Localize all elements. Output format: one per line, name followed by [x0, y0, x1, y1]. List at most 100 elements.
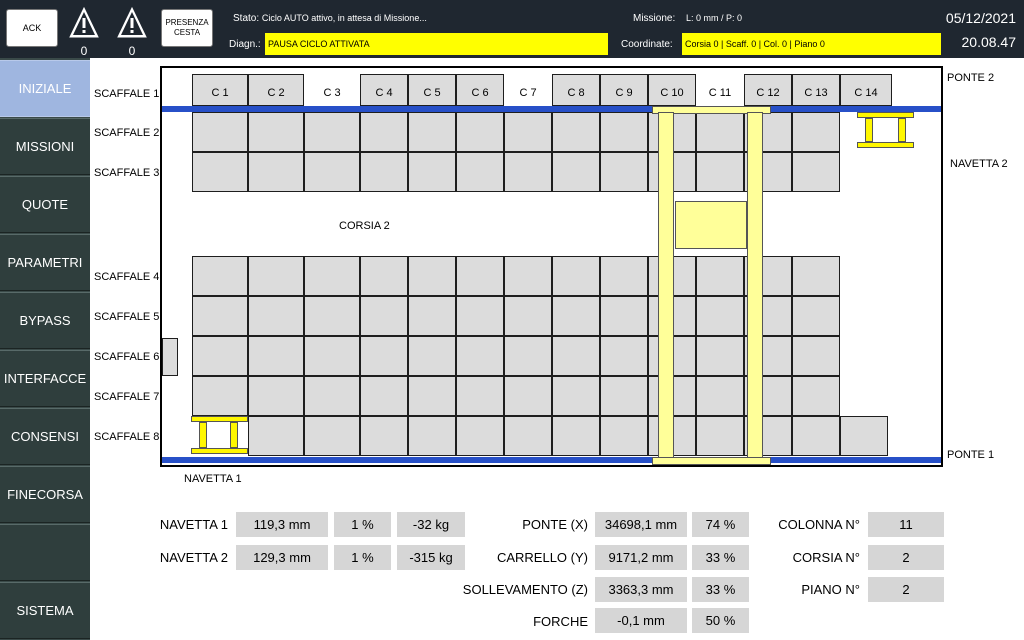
- storage-cell: [408, 416, 456, 456]
- top-bar: ACK 0 0 PRESENZA CESTA Stato: Ciclo AUTO…: [0, 0, 1024, 58]
- storage-cell: [192, 336, 248, 376]
- column-header-label: C 5: [423, 87, 441, 99]
- stato-row: Stato: Ciclo AUTO attivo, in attesa di M…: [233, 13, 427, 24]
- storage-cell: [192, 152, 248, 192]
- rail-ponte-2: [162, 106, 941, 112]
- storage-cell: [504, 152, 552, 192]
- storage-cell: [456, 336, 504, 376]
- time-display: 20.08.47: [961, 34, 1017, 50]
- forche-percent: 50 %: [692, 608, 749, 633]
- sidebar-item-missioni[interactable]: MISSIONI: [0, 118, 90, 175]
- shelf-label-1: SCAFFALE 1: [94, 88, 160, 100]
- storage-cell: [552, 152, 600, 192]
- storage-cell: [792, 256, 840, 296]
- column-header-label: C 2: [267, 87, 285, 99]
- storage-cell: [552, 336, 600, 376]
- storage-cell: [360, 256, 408, 296]
- storage-cell: [360, 296, 408, 336]
- shuttle-1-right: [230, 422, 238, 448]
- storage-cell: [792, 296, 840, 336]
- sidebar-item-sistema[interactable]: SISTEMA: [0, 582, 90, 639]
- storage-cell: [696, 112, 744, 152]
- ack-button[interactable]: ACK: [6, 9, 58, 47]
- presenza-cesta-button[interactable]: PRESENZA CESTA: [161, 9, 213, 47]
- navetta2-position: 129,3 mm: [236, 545, 328, 570]
- navetta1-label: NAVETTA 1: [159, 517, 228, 532]
- storage-cell: [840, 416, 888, 456]
- navetta2-percent: 1 %: [334, 545, 391, 570]
- coordinate-value: Corsia 0 | Scaff. 0 | Col. 0 | Piano 0: [682, 33, 941, 55]
- bridge-right-leg: [747, 112, 763, 462]
- corsia-label: CORSIA 2: [339, 220, 390, 232]
- column-header-label: C 6: [471, 87, 489, 99]
- missione-row: Missione: L: 0 mm / P: 0: [633, 13, 742, 24]
- column-header-label: C 8: [567, 87, 585, 99]
- storage-cell: [504, 376, 552, 416]
- storage-cell: [600, 296, 648, 336]
- sidebar-item-quote[interactable]: QUOTE: [0, 176, 90, 233]
- forche-label: FORCHE: [533, 614, 588, 629]
- alarm-indicator-2[interactable]: 0: [115, 6, 149, 58]
- bridge-bottom-beam: [652, 457, 771, 465]
- ponte-x-position: 34698,1 mm: [595, 512, 687, 537]
- storage-cell: [304, 296, 360, 336]
- corsia-number-label: CORSIA N°: [792, 550, 860, 565]
- bridge-carriage: [675, 201, 747, 249]
- storage-cell: [696, 256, 744, 296]
- column-header-label: C 3: [323, 87, 341, 99]
- navetta-1-label: NAVETTA 1: [184, 473, 242, 485]
- storage-cell: [248, 376, 304, 416]
- storage-cell: [792, 112, 840, 152]
- shuttle-2-bottom: [857, 142, 914, 148]
- storage-cell: [552, 376, 600, 416]
- sidebar-item-finecorsa[interactable]: FINECORSA: [0, 466, 90, 523]
- storage-cell: [360, 112, 408, 152]
- column-header-label: C 10: [660, 87, 684, 99]
- storage-cell: [248, 256, 304, 296]
- colonna-value: 11: [868, 512, 944, 537]
- storage-cell: [360, 416, 408, 456]
- storage-cell: [304, 256, 360, 296]
- shelf-label-8: SCAFFALE 8: [94, 431, 160, 443]
- storage-cell: [792, 416, 840, 456]
- storage-cell: [696, 336, 744, 376]
- storage-cell: [192, 112, 248, 152]
- alarm-indicator-1[interactable]: 0: [67, 6, 101, 58]
- storage-cell: [696, 296, 744, 336]
- column-header-label: C 13: [804, 87, 828, 99]
- storage-cell: [192, 376, 248, 416]
- ponte-1-label: PONTE 1: [947, 449, 995, 461]
- storage-cell: [792, 336, 840, 376]
- storage-cell: [552, 296, 600, 336]
- storage-cell: [504, 336, 552, 376]
- storage-cell: [408, 112, 456, 152]
- shuttle-2-right: [898, 118, 906, 142]
- ponte-2-label: PONTE 2: [947, 72, 995, 84]
- storage-cell: [408, 376, 456, 416]
- sidebar-item-parametri[interactable]: PARAMETRI: [0, 234, 90, 291]
- sidebar-item-interfacce[interactable]: INTERFACCE: [0, 350, 90, 407]
- alarm-count-1: 0: [80, 44, 88, 58]
- storage-cell: [792, 376, 840, 416]
- sidebar-item-empty[interactable]: [0, 524, 90, 581]
- sollevamento-z-position: 3363,3 mm: [595, 577, 687, 602]
- shelf-label-2: SCAFFALE 2: [94, 127, 160, 139]
- storage-cell: [248, 152, 304, 192]
- sidebar-item-iniziale[interactable]: INIZIALE: [0, 60, 90, 117]
- sidebar-item-bypass[interactable]: BYPASS: [0, 292, 90, 349]
- storage-cell: [248, 112, 304, 152]
- storage-cell: [792, 152, 840, 192]
- storage-cell: [600, 112, 648, 152]
- storage-cell: [552, 416, 600, 456]
- storage-cell: [552, 112, 600, 152]
- storage-cell: [456, 112, 504, 152]
- ponte-x-label: PONTE (X): [522, 517, 588, 532]
- storage-cell: [600, 376, 648, 416]
- storage-cell: [504, 256, 552, 296]
- storage-cell: [456, 256, 504, 296]
- storage-cell: [192, 256, 248, 296]
- storage-cell: [600, 416, 648, 456]
- sidebar: INIZIALE MISSIONI QUOTE PARAMETRI BYPASS…: [0, 58, 90, 640]
- forche-position: -0,1 mm: [595, 608, 687, 633]
- sidebar-item-consensi[interactable]: CONSENSI: [0, 408, 90, 465]
